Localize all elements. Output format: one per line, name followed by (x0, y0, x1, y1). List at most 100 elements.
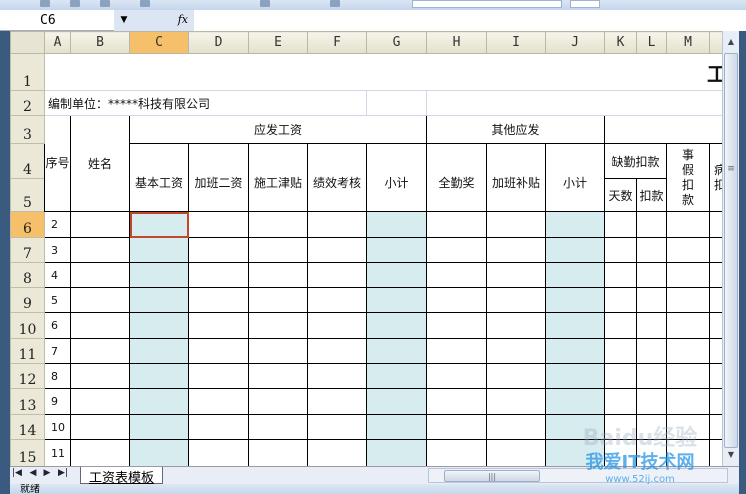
cell[interactable] (366, 363, 427, 389)
chevron-down-icon[interactable]: ▼ (114, 10, 134, 31)
cell[interactable] (366, 237, 427, 263)
cell[interactable] (129, 414, 189, 440)
cell[interactable] (366, 414, 427, 440)
cell[interactable] (545, 262, 605, 288)
cell[interactable] (604, 312, 637, 339)
toolbar-size-box[interactable] (570, 0, 600, 8)
column-header[interactable] (709, 31, 722, 54)
cell[interactable] (486, 312, 546, 339)
spreadsheet-grid[interactable]: ABCDEFGHIJKLM1工资2编制单位：*****科技有限公司3序号姓名应发… (10, 31, 722, 466)
cell[interactable] (307, 363, 367, 389)
cell[interactable] (307, 211, 367, 238)
cell[interactable] (70, 388, 130, 415)
cell[interactable] (709, 287, 722, 313)
cell[interactable] (366, 439, 427, 466)
cell-seq[interactable]: 10 (44, 414, 71, 440)
toolbar-icon[interactable] (260, 0, 270, 7)
cell[interactable] (636, 338, 667, 364)
cell[interactable] (307, 414, 367, 440)
row-header[interactable]: 8 (10, 262, 45, 288)
cell[interactable] (188, 237, 249, 263)
row-header[interactable]: 14 (10, 414, 45, 440)
cell[interactable] (426, 338, 487, 364)
column-header[interactable]: J (545, 31, 605, 54)
cell[interactable] (486, 211, 546, 238)
selected-cell[interactable] (129, 211, 189, 238)
last-sheet-icon[interactable]: ▶| (58, 468, 68, 478)
cell[interactable] (70, 211, 130, 238)
cell[interactable] (636, 262, 667, 288)
cell[interactable] (486, 439, 546, 466)
toolbar-icon[interactable] (140, 0, 150, 7)
cell[interactable] (70, 262, 130, 288)
column-header[interactable]: H (426, 31, 487, 54)
horizontal-scrollbar[interactable]: ||| (428, 468, 728, 483)
row-header[interactable]: 10 (10, 312, 45, 339)
cell[interactable] (70, 338, 130, 364)
name-box[interactable]: C6 (8, 10, 118, 31)
row-header[interactable]: 6 (10, 211, 45, 238)
cell[interactable] (709, 262, 722, 288)
cell[interactable] (366, 90, 427, 116)
scroll-up-icon[interactable]: ▲ (723, 33, 739, 51)
cell[interactable] (636, 211, 667, 238)
first-sheet-icon[interactable]: |◀ (12, 468, 22, 478)
cell[interactable] (307, 262, 367, 288)
cell[interactable] (70, 287, 130, 313)
column-header[interactable]: D (188, 31, 249, 54)
cell-seq[interactable]: 8 (44, 363, 71, 389)
row-header[interactable]: 12 (10, 363, 45, 389)
cell[interactable] (307, 338, 367, 364)
toolbar-icon[interactable] (330, 0, 340, 7)
row-header[interactable]: 15 (10, 439, 45, 466)
cell[interactable] (70, 363, 130, 389)
cell[interactable] (604, 287, 637, 313)
column-header[interactable]: F (307, 31, 367, 54)
cell[interactable] (486, 388, 546, 415)
cell[interactable] (709, 363, 722, 389)
cell[interactable] (248, 388, 308, 415)
cell[interactable] (545, 363, 605, 389)
cell[interactable] (426, 388, 487, 415)
cell[interactable] (426, 312, 487, 339)
unit-label[interactable]: 编制单位：*****科技有限公司 (44, 90, 367, 116)
cell[interactable] (129, 439, 189, 466)
cell-seq[interactable]: 7 (44, 338, 71, 364)
cell[interactable] (248, 237, 308, 263)
toolbar-icon[interactable] (40, 0, 50, 7)
cell[interactable] (604, 237, 637, 263)
cell[interactable] (545, 388, 605, 415)
insert-function-button[interactable]: fx (134, 10, 194, 31)
column-header[interactable]: K (604, 31, 637, 54)
row-header[interactable]: 9 (10, 287, 45, 313)
cell[interactable] (486, 338, 546, 364)
cell[interactable] (129, 262, 189, 288)
cell[interactable] (709, 414, 722, 440)
cell[interactable] (129, 388, 189, 415)
cell[interactable] (666, 287, 710, 313)
cell[interactable] (129, 312, 189, 339)
cell[interactable] (366, 211, 427, 238)
row-header[interactable]: 13 (10, 388, 45, 415)
cell[interactable] (545, 237, 605, 263)
prev-sheet-icon[interactable]: ◀ (28, 468, 38, 478)
cell[interactable] (545, 414, 605, 440)
cell[interactable] (426, 363, 487, 389)
column-header[interactable]: A (44, 31, 71, 54)
scroll-down-icon[interactable]: ▼ (723, 446, 739, 464)
cell[interactable] (248, 262, 308, 288)
cell[interactable] (70, 439, 130, 466)
column-header[interactable]: I (486, 31, 546, 54)
cell[interactable] (188, 363, 249, 389)
cell[interactable] (604, 388, 637, 415)
cell[interactable] (636, 312, 667, 339)
toolbar-icon[interactable] (70, 0, 80, 7)
cell[interactable] (709, 338, 722, 364)
cell[interactable] (248, 363, 308, 389)
cell-seq[interactable]: 2 (44, 211, 71, 238)
cell-seq[interactable]: 5 (44, 287, 71, 313)
cell[interactable] (545, 287, 605, 313)
cell[interactable] (666, 388, 710, 415)
cell-seq[interactable]: 9 (44, 388, 71, 415)
cell[interactable] (129, 237, 189, 263)
